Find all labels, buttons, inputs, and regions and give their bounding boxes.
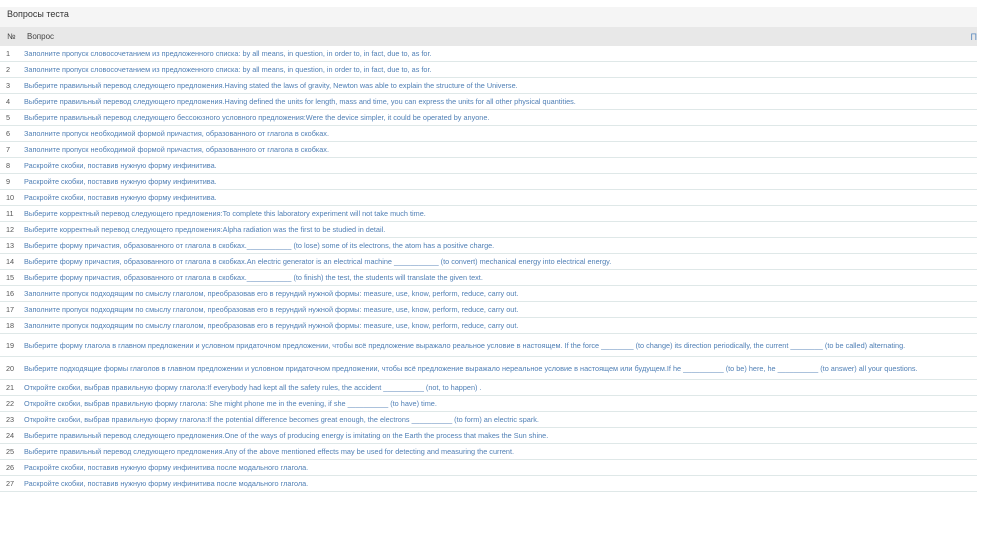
table-row[interactable]: 1 Заполните пропуск словосочетанием из пр… xyxy=(0,46,977,62)
panel-title: Вопросы теста xyxy=(0,7,977,27)
question-link[interactable]: Выберите подходящие формы глаголов в гла… xyxy=(24,364,977,373)
question-link[interactable]: Раскройте скобки, поставив нужную форму … xyxy=(24,177,977,186)
table-row[interactable]: 5 Выберите правильный перевод следующего … xyxy=(0,110,977,126)
question-number: 3 xyxy=(6,81,11,90)
question-link[interactable]: Заполните пропуск словосочетанием из пре… xyxy=(24,65,977,74)
question-link[interactable]: Откройте скобки, выбрав правильную форму… xyxy=(24,383,977,392)
question-link[interactable]: Заполните пропуск подходящим по смыслу г… xyxy=(24,305,977,314)
table-row[interactable]: 22 Откройте скобки, выбрав правильную фор… xyxy=(0,396,977,412)
table-row[interactable]: 23 Откройте скобки, выбрав правильную фор… xyxy=(0,412,977,428)
table-row[interactable]: 18 Заполните пропуск подходящим по смыслу… xyxy=(0,318,977,334)
question-number: 16 xyxy=(6,289,15,298)
table-row[interactable]: 13 Выберите форму причастия, образованног… xyxy=(0,238,977,254)
table-row[interactable]: 8 Раскройте скобки, поставив нужную форму… xyxy=(0,158,977,174)
table-row[interactable]: 24 Выберите правильный перевод следующего… xyxy=(0,428,977,444)
question-number: 8 xyxy=(6,161,11,170)
question-number: 24 xyxy=(6,431,15,440)
question-link[interactable]: Заполните пропуск необходимой формой при… xyxy=(24,129,977,138)
question-link[interactable]: Раскройте скобки, поставив нужную форму … xyxy=(24,161,977,170)
table-row[interactable]: 27 Раскройте скобки, поставив нужную форм… xyxy=(0,476,977,492)
table-row[interactable]: 26 Раскройте скобки, поставив нужную форм… xyxy=(0,460,977,476)
question-number: 18 xyxy=(6,321,15,330)
question-number: 9 xyxy=(6,177,11,186)
question-number: 26 xyxy=(6,463,15,472)
question-number: 6 xyxy=(6,129,11,138)
question-number: 22 xyxy=(6,399,15,408)
question-link[interactable]: Заполните пропуск подходящим по смыслу г… xyxy=(24,321,977,330)
table-row[interactable]: 12 Выберите корректный перевод следующего… xyxy=(0,222,977,238)
table-row[interactable]: 11 Выберите корректный перевод следующего… xyxy=(0,206,977,222)
table-row[interactable]: 19 Выберите форму глагола в главном предл… xyxy=(0,334,977,357)
question-link[interactable]: Выберите правильный перевод следующего п… xyxy=(24,97,977,106)
table-row[interactable]: 6 Заполните пропуск необходимой формой пр… xyxy=(0,126,977,142)
table-row[interactable]: 2 Заполните пропуск словосочетанием из пр… xyxy=(0,62,977,78)
question-number: 2 xyxy=(6,65,11,74)
header-number: № xyxy=(7,32,16,41)
question-link[interactable]: Выберите корректный перевод следующего п… xyxy=(24,225,977,234)
header-question: Вопрос xyxy=(27,32,55,41)
question-number: 27 xyxy=(6,479,15,488)
question-link[interactable]: Откройте скобки, выбрав правильную форму… xyxy=(24,399,977,408)
question-link[interactable]: Откройте скобки, выбрав правильную форму… xyxy=(24,415,977,424)
question-link[interactable]: Заполните пропуск необходимой формой при… xyxy=(24,145,977,154)
question-number: 10 xyxy=(6,193,15,202)
table-row[interactable]: 9 Раскройте скобки, поставив нужную форму… xyxy=(0,174,977,190)
table-row[interactable]: 25 Выберите правильный перевод следующего… xyxy=(0,444,977,460)
question-link[interactable]: Заполните пропуск подходящим по смыслу г… xyxy=(24,289,977,298)
question-number: 12 xyxy=(6,225,15,234)
question-link[interactable]: Заполните пропуск словосочетанием из пре… xyxy=(24,49,977,58)
question-link[interactable]: Выберите форму глагола в главном предлож… xyxy=(24,341,977,350)
table-row[interactable]: 17 Заполните пропуск подходящим по смыслу… xyxy=(0,302,977,318)
table-row[interactable]: 7 Заполните пропуск необходимой формой пр… xyxy=(0,142,977,158)
question-link[interactable]: Выберите правильный перевод следующего п… xyxy=(24,81,977,90)
table-row[interactable]: 20 Выберите подходящие формы глаголов в г… xyxy=(0,357,977,380)
question-number: 17 xyxy=(6,305,15,314)
question-number: 1 xyxy=(6,49,11,58)
question-number: 21 xyxy=(6,383,15,392)
question-link[interactable]: Выберите корректный перевод следующего п… xyxy=(24,209,977,218)
question-number: 13 xyxy=(6,241,15,250)
header-extra-column: П xyxy=(970,31,977,42)
table-row[interactable]: 21 Откройте скобки, выбрав правильную фор… xyxy=(0,380,977,396)
table-row[interactable]: 10 Раскройте скобки, поставив нужную форм… xyxy=(0,190,977,206)
question-number: 25 xyxy=(6,447,15,456)
question-number: 20 xyxy=(6,363,15,373)
table-row[interactable]: 14 Выберите форму причастия, образованног… xyxy=(0,254,977,270)
table-header: № Вопрос П xyxy=(0,27,977,46)
question-number: 11 xyxy=(6,209,14,218)
test-questions-panel: Вопросы теста № Вопрос П 1 Заполните проп… xyxy=(0,7,977,492)
question-number: 23 xyxy=(6,415,15,424)
question-link[interactable]: Раскройте скобки, поставив нужную форму … xyxy=(24,193,977,202)
question-link[interactable]: Выберите форму причастия, образованного … xyxy=(24,257,977,266)
question-number: 7 xyxy=(6,145,11,154)
question-number: 14 xyxy=(6,257,15,266)
question-link[interactable]: Раскройте скобки, поставив нужную форму … xyxy=(24,463,977,472)
question-link[interactable]: Выберите правильный перевод следующего п… xyxy=(24,431,977,440)
question-number: 19 xyxy=(6,340,15,350)
question-number: 4 xyxy=(6,97,11,106)
question-number: 15 xyxy=(6,273,15,282)
table-row[interactable]: 16 Заполните пропуск подходящим по смыслу… xyxy=(0,286,977,302)
question-link[interactable]: Выберите правильный перевод следующего п… xyxy=(24,447,977,456)
questions-list: 1 Заполните пропуск словосочетанием из пр… xyxy=(0,46,977,492)
question-link[interactable]: Выберите форму причастия, образованного … xyxy=(24,273,977,282)
question-link[interactable]: Раскройте скобки, поставив нужную форму … xyxy=(24,479,977,488)
table-row[interactable]: 3 Выберите правильный перевод следующего … xyxy=(0,78,977,94)
question-link[interactable]: Выберите правильный перевод следующего б… xyxy=(24,113,977,122)
table-row[interactable]: 4 Выберите правильный перевод следующего … xyxy=(0,94,977,110)
table-row[interactable]: 15 Выберите форму причастия, образованног… xyxy=(0,270,977,286)
question-link[interactable]: Выберите форму причастия, образованного … xyxy=(24,241,977,250)
question-number: 5 xyxy=(6,113,11,122)
